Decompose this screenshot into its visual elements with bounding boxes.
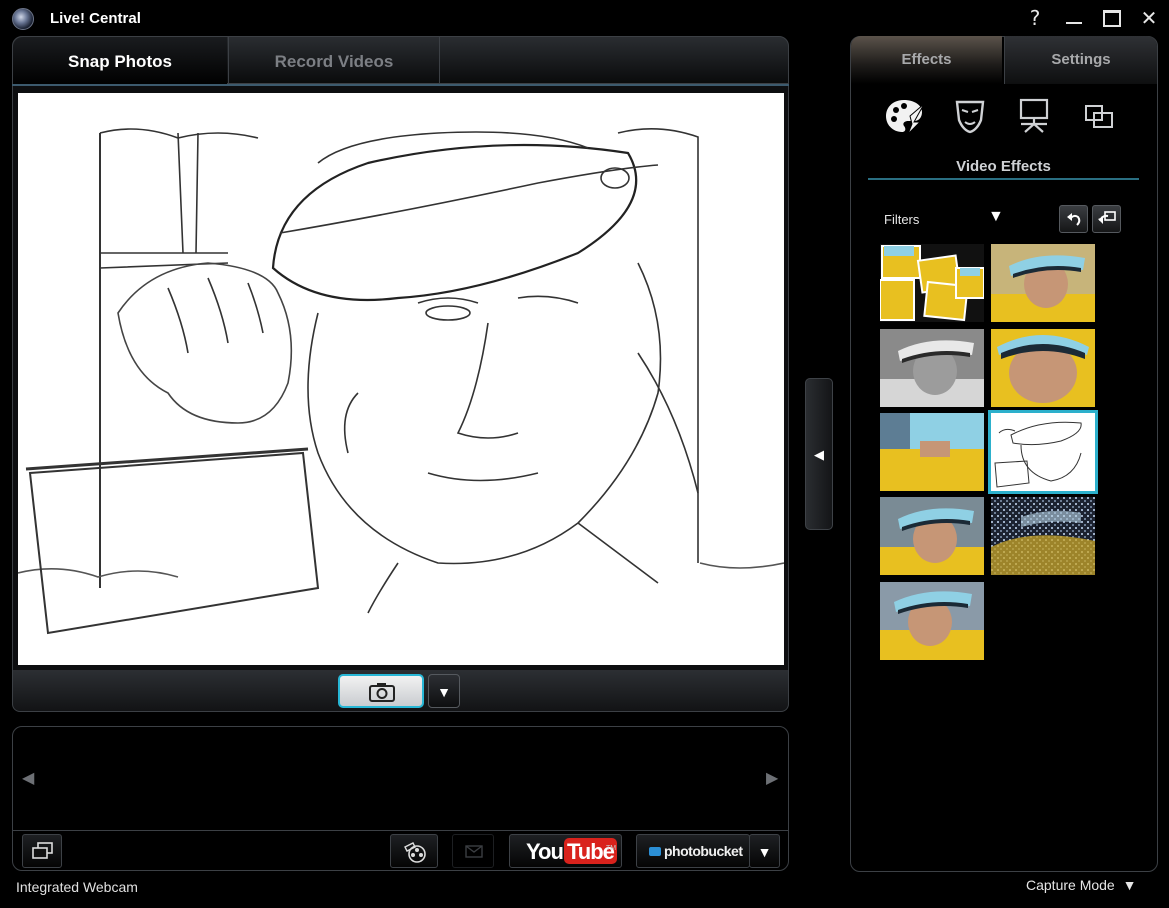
- tab-effects[interactable]: Effects: [851, 36, 1002, 84]
- open-folder-button[interactable]: [22, 834, 62, 868]
- camera-icon: [369, 683, 395, 702]
- webcam-preview: [18, 93, 784, 665]
- snap-photo-button[interactable]: [338, 674, 424, 708]
- title-bar: [0, 0, 1169, 36]
- frames-icon[interactable]: [1080, 96, 1122, 136]
- copy-folder-icon: [32, 842, 53, 859]
- filters-dropdown-label[interactable]: Filters: [884, 212, 919, 227]
- heading-underline: [868, 178, 1139, 180]
- mode-tab-bar: Snap Photos Record Videos: [12, 36, 789, 85]
- effect-thumb-collage[interactable]: [880, 244, 984, 322]
- minimize-icon: [1066, 22, 1082, 24]
- mask-icon[interactable]: [949, 96, 991, 136]
- youtube-trademark: TM: [606, 845, 617, 852]
- effect-thumb-stretch[interactable]: [880, 413, 984, 491]
- effect-thumb-sketch[interactable]: [988, 410, 1098, 494]
- photobucket-logo: photobucket: [664, 843, 743, 859]
- tab-settings[interactable]: Settings: [1004, 36, 1157, 84]
- filters-dropdown-arrow[interactable]: ▼: [988, 208, 1004, 226]
- maximize-icon: [1103, 10, 1121, 27]
- sketch-preview-image: [18, 128, 784, 635]
- effect-thumb-pixel-scatter[interactable]: [991, 497, 1095, 575]
- film-reel-icon: [404, 842, 426, 863]
- apply-effect-button[interactable]: [1092, 205, 1121, 233]
- youtube-upload-button[interactable]: You Tube TM: [509, 834, 622, 868]
- movie-maker-button[interactable]: [390, 834, 438, 868]
- maximize-button[interactable]: [1096, 5, 1126, 31]
- snap-options-dropdown[interactable]: ▼: [428, 674, 460, 708]
- tab-record-videos[interactable]: Record Videos: [228, 37, 440, 85]
- capture-mode-label: Capture Mode: [1026, 877, 1115, 893]
- effect-thumb-fisheye[interactable]: [991, 329, 1095, 407]
- minimize-button[interactable]: [1058, 5, 1088, 31]
- help-button[interactable]: ?: [1020, 5, 1050, 31]
- effect-thumb-normal-2[interactable]: [880, 582, 984, 660]
- capture-mode-arrow: ▼: [1122, 877, 1137, 893]
- effects-heading: Video Effects: [956, 158, 1051, 175]
- collapse-panel-button[interactable]: ◀: [805, 378, 833, 530]
- presenter-icon[interactable]: [1013, 96, 1055, 136]
- effect-thumb-normal[interactable]: [991, 244, 1095, 322]
- photobucket-upload-button[interactable]: photobucket: [636, 834, 750, 868]
- window-title: Live! Central: [50, 10, 141, 27]
- tab-snap-photos[interactable]: Snap Photos: [13, 37, 227, 85]
- palette-effects-icon[interactable]: [884, 96, 926, 136]
- app-logo-icon: [12, 8, 34, 30]
- import-effect-icon: [1098, 211, 1116, 224]
- undo-icon: [1067, 213, 1081, 226]
- capture-mode-dropdown[interactable]: Capture Mode ▼: [1026, 877, 1136, 893]
- share-options-dropdown[interactable]: ▼: [749, 834, 780, 868]
- photobucket-camera-icon: [649, 847, 661, 856]
- gallery-next-button[interactable]: ▶: [766, 768, 778, 788]
- gallery-prev-button[interactable]: ◀: [22, 768, 34, 788]
- undo-effect-button[interactable]: [1059, 205, 1088, 233]
- email-button[interactable]: [452, 834, 494, 868]
- youtube-logo-you: You: [526, 839, 564, 864]
- effect-thumb-vignette[interactable]: [880, 497, 984, 575]
- envelope-icon: [465, 845, 483, 858]
- close-button[interactable]: ✕: [1134, 5, 1164, 31]
- webcam-device-label: Integrated Webcam: [16, 879, 138, 895]
- effect-thumb-grayscale[interactable]: [880, 329, 984, 407]
